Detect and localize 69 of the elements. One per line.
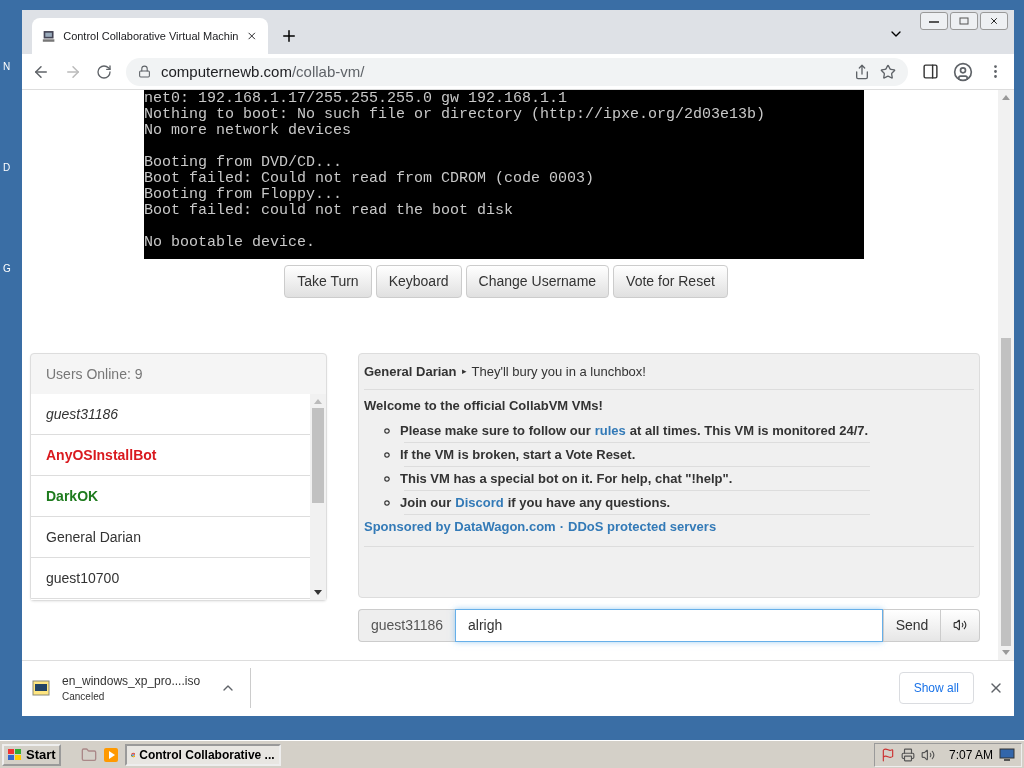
show-all-button[interactable]: Show all bbox=[898, 672, 974, 705]
profile-icon[interactable] bbox=[953, 61, 973, 82]
terminal-line: Nothing to boot: No such file or directory (http://ipxe.org/2d03e13b) bbox=[144, 106, 767, 123]
vm-button[interactable]: Keyboard bbox=[375, 264, 462, 298]
close-button[interactable] bbox=[980, 12, 1008, 30]
minimize-icon bbox=[929, 19, 939, 23]
scroll-down-icon[interactable] bbox=[314, 589, 322, 596]
download-filename: en_windows_xp_pro....iso bbox=[62, 674, 202, 689]
link[interactable]: rules bbox=[594, 422, 626, 438]
speaker-icon bbox=[953, 618, 967, 633]
monitor-icon[interactable] bbox=[999, 747, 1015, 762]
computer-icon bbox=[42, 28, 56, 45]
bullet-icon bbox=[384, 427, 390, 434]
address-bar[interactable]: computernewb.com/collab-vm/ bbox=[126, 57, 908, 86]
taskbar-button[interactable]: Control Collaborative ... bbox=[124, 743, 281, 766]
speaker-button[interactable] bbox=[941, 608, 980, 642]
chat-username: General Darian bbox=[364, 363, 457, 379]
send-button[interactable]: Send bbox=[883, 608, 941, 642]
vm-button[interactable]: Change Username bbox=[465, 264, 610, 298]
start-logo-icon bbox=[7, 747, 23, 762]
chat-message: They'll bury you in a lunchbox! bbox=[471, 363, 646, 379]
terminal-line: Boot failed: could not read the boot disk bbox=[144, 202, 515, 219]
download-status: Canceled bbox=[62, 691, 106, 703]
username-label: guest31186 bbox=[358, 608, 455, 642]
disc-image-icon bbox=[32, 680, 50, 697]
side-panel-icon[interactable] bbox=[922, 63, 939, 81]
terminal-line: No more network devices bbox=[144, 122, 353, 139]
url-text: computernewb.com/collab-vm/ bbox=[161, 63, 365, 81]
chat-input[interactable]: alrigh bbox=[455, 608, 883, 642]
desktop-icon-label[interactable]: N bbox=[0, 61, 22, 72]
welcome-text: If the VM is broken, start a Vote Reset. bbox=[400, 446, 636, 462]
flag-icon[interactable] bbox=[880, 747, 895, 762]
vm-button[interactable]: Take Turn bbox=[284, 264, 372, 298]
terminal-line: Boot failed: Could not read from CDROM (code 0003) bbox=[144, 170, 596, 187]
terminal-line: Booting from Floppy... bbox=[144, 186, 344, 203]
separator-dot: · bbox=[559, 518, 564, 534]
clock: 7:07 AM bbox=[948, 747, 993, 762]
arrow-glyph: ▸ bbox=[461, 366, 467, 377]
bullet-icon bbox=[384, 451, 390, 458]
welcome-title: Welcome to the official CollabVM VMs! bbox=[364, 397, 604, 413]
lock-icon bbox=[138, 65, 151, 79]
star-icon[interactable] bbox=[880, 63, 896, 80]
welcome-text: if you have any questions. bbox=[507, 494, 671, 510]
terminal-line: Booting from DVD/CD... bbox=[144, 154, 344, 171]
link[interactable]: Discord bbox=[455, 494, 504, 510]
welcome-text: at all times. This VM is monitored 24/7. bbox=[629, 422, 869, 438]
minimize-button[interactable] bbox=[920, 12, 948, 30]
terminal-line: No bootable device. bbox=[144, 234, 317, 251]
maximize-icon bbox=[959, 17, 969, 25]
desktop-icon-label[interactable]: D bbox=[0, 162, 22, 173]
share-icon[interactable] bbox=[854, 63, 870, 80]
reload-icon[interactable] bbox=[96, 63, 112, 80]
printer-icon[interactable] bbox=[900, 747, 915, 762]
start-button[interactable]: Start bbox=[2, 743, 61, 766]
browser-tab[interactable]: Control Collaborative Virtual Machin bbox=[32, 18, 268, 55]
users-header: Users Online: 9 bbox=[45, 364, 144, 384]
vm-button[interactable]: Vote for Reset bbox=[613, 264, 728, 298]
welcome-text: Join our bbox=[400, 494, 452, 510]
welcome-text: This VM has a special bot on it. For help, chat "!help". bbox=[400, 470, 733, 486]
close-icon bbox=[989, 16, 999, 26]
sponsor-link[interactable]: Sponsored by DataWagon.com bbox=[364, 518, 556, 534]
sponsor-link[interactable]: DDoS protected servers bbox=[568, 518, 717, 534]
volume-icon[interactable] bbox=[920, 747, 935, 762]
welcome-text: Please make sure to follow our bbox=[400, 422, 591, 438]
desktop-icon-label[interactable]: G bbox=[0, 263, 22, 274]
scrollbar[interactable] bbox=[310, 393, 326, 600]
terminal-line: net0: 192.168.1.17/255.255.255.0 gw 192.168.1.1 bbox=[144, 90, 569, 107]
bullet-icon bbox=[384, 499, 390, 506]
bullet-icon bbox=[384, 475, 390, 482]
